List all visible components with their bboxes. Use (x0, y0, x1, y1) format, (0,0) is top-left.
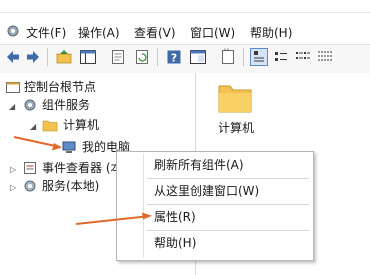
new-window-icon[interactable] (219, 48, 237, 66)
help-icon[interactable]: ? (165, 48, 183, 66)
properties-icon[interactable] (109, 48, 127, 66)
svg-text:?: ? (171, 52, 177, 65)
folder-icon (42, 120, 58, 132)
small-icons-view-icon[interactable] (272, 48, 290, 66)
event-viewer-icon (24, 162, 36, 174)
menu-help[interactable]: 帮助(H) (250, 25, 292, 41)
show-hide-icon[interactable] (189, 48, 207, 66)
forward-arrow-icon[interactable] (24, 48, 42, 66)
toolbar-separator (47, 48, 48, 66)
menu-action[interactable]: 操作(A) (78, 25, 120, 41)
menu-file[interactable]: 文件(F) (26, 25, 66, 41)
expand-arrow-icon[interactable]: ▷ (10, 166, 16, 174)
context-menu-separator (147, 230, 309, 231)
list-item-computers-label[interactable]: 计算机 (218, 119, 254, 136)
tree-item-label: 控制台根节点 (24, 80, 97, 94)
title-bar (0, 0, 370, 20)
console-root-icon (6, 82, 20, 93)
back-arrow-icon[interactable] (4, 48, 22, 66)
mmc-app-icon[interactable] (6, 24, 20, 38)
collapse-arrow-icon[interactable]: ◢ (9, 103, 15, 111)
context-menu-separator (147, 204, 309, 205)
context-menu-gutter (143, 154, 144, 258)
toolbar-separator (243, 48, 244, 66)
refresh-icon[interactable] (133, 48, 151, 66)
collapse-arrow-icon[interactable]: ◢ (30, 123, 36, 131)
my-computer-icon (62, 141, 76, 153)
context-menu-new-window-from-here[interactable]: 从这里创建窗口(W) (154, 180, 259, 202)
context-menu-separator (147, 178, 309, 179)
tree-item-label: 计算机 (63, 118, 100, 132)
context-menu-properties[interactable]: 属性(R) (154, 206, 196, 228)
up-folder-icon[interactable] (55, 48, 73, 66)
context-menu-help[interactable]: 帮助(H) (154, 232, 196, 254)
context-menu: 刷新所有组件(A) 从这里创建窗口(W) 属性(R) 帮助(H) (116, 151, 314, 261)
context-menu-refresh-all-components[interactable]: 刷新所有组件(A) (154, 154, 244, 176)
expand-arrow-icon[interactable]: ▷ (10, 184, 16, 192)
toolbar-separator (157, 48, 158, 66)
menu-window[interactable]: 窗口(W) (190, 25, 235, 41)
component-services-icon (24, 99, 36, 111)
tree-item-label: 服务(本地) (42, 179, 100, 193)
tree-item-label: 事件查看器 (本 (42, 161, 123, 175)
console-tree-icon[interactable] (79, 48, 97, 66)
title-bar-band (0, 0, 370, 13)
large-icons-view-icon[interactable] (250, 48, 268, 66)
details-view-icon[interactable] (316, 48, 334, 66)
menu-view[interactable]: 查看(V) (134, 25, 176, 41)
tree-item-label: 组件服务 (42, 98, 91, 112)
services-gear-icon (24, 180, 36, 192)
list-view-icon[interactable] (294, 48, 312, 66)
large-folder-icon[interactable] (218, 81, 252, 113)
